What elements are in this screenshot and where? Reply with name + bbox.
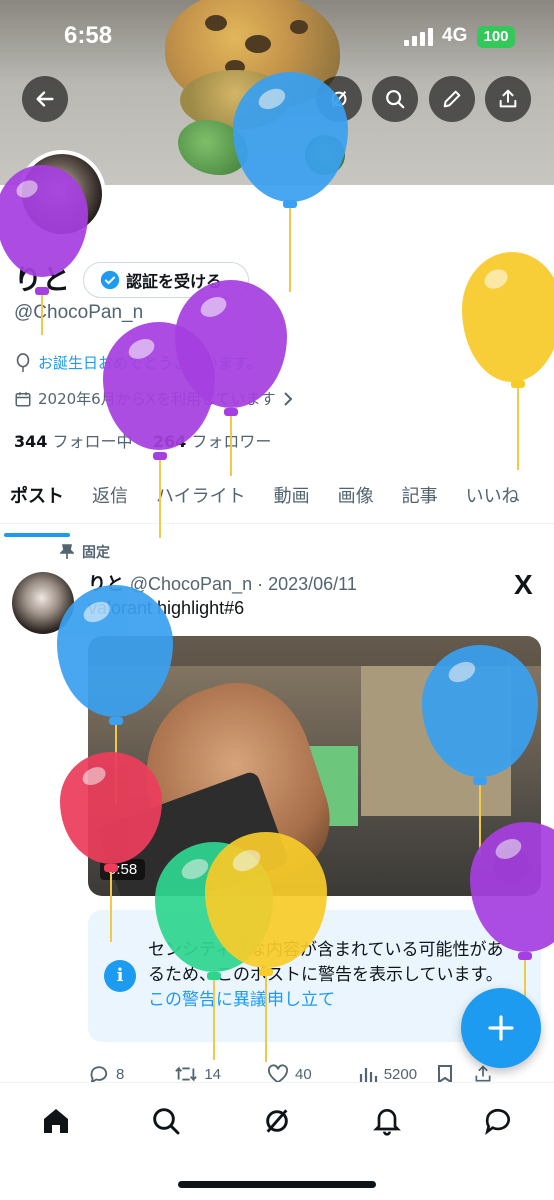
tab-highlights[interactable]: ハイライト — [138, 470, 256, 523]
chevron-right-icon — [283, 391, 292, 406]
tab-replies[interactable]: 返信 — [74, 470, 138, 523]
nav-messages[interactable] — [478, 1101, 518, 1141]
warning-appeal-link[interactable]: この警告に異議申し立て — [148, 990, 335, 1010]
info-icon: i — [104, 960, 136, 992]
nav-search[interactable] — [146, 1101, 186, 1141]
profile-tabs: ポスト 返信 ハイライト 動画 画像 記事 いいね — [0, 470, 554, 537]
bookmark-button[interactable] — [437, 1064, 453, 1084]
edit-button[interactable] — [429, 76, 475, 122]
share-icon — [475, 1065, 491, 1082]
status-bar: 6:58 4G 100 — [0, 0, 554, 70]
reply-count: 8 — [116, 1065, 125, 1083]
search-button[interactable] — [372, 76, 418, 122]
reply-button[interactable]: 8 — [88, 1064, 124, 1084]
nav-home[interactable] — [36, 1101, 76, 1141]
tab-articles[interactable]: 記事 — [384, 470, 448, 523]
repost-icon — [175, 1066, 198, 1082]
views-icon — [359, 1068, 377, 1082]
following-count: 344 — [14, 432, 48, 451]
back-arrow-icon — [36, 91, 54, 107]
profile-page: 6:58 4G 100 りと 認証を受ける @ChocoPan_n お誕生日おめ… — [0, 0, 554, 1200]
tab-images[interactable]: 画像 — [320, 470, 384, 523]
home-indicator — [178, 1181, 376, 1188]
status-time: 6:58 — [64, 22, 113, 49]
search-icon — [153, 1108, 180, 1135]
views-count: 5200 — [383, 1065, 418, 1083]
tab-posts[interactable]: ポスト — [0, 470, 74, 537]
calendar-icon — [15, 391, 31, 406]
balloon-icon — [16, 352, 30, 372]
tab-videos[interactable]: 動画 — [256, 470, 320, 523]
share-icon — [499, 89, 517, 108]
reply-icon — [90, 1066, 108, 1084]
x-logo-icon: X — [514, 569, 533, 600]
home-icon — [44, 1109, 68, 1133]
edit-icon — [443, 90, 461, 108]
verified-badge-icon — [100, 270, 120, 290]
messages-icon — [485, 1108, 510, 1135]
back-button[interactable] — [22, 76, 68, 122]
pinned-label-row: 固定 — [60, 542, 110, 562]
share-button[interactable] — [485, 76, 531, 122]
heart-icon — [268, 1064, 289, 1084]
pin-icon — [60, 544, 74, 559]
post-share-button[interactable] — [473, 1064, 493, 1084]
pinned-label: 固定 — [82, 545, 110, 561]
battery-indicator: 100 — [477, 26, 515, 48]
search-icon — [386, 90, 405, 109]
grok-icon — [266, 1109, 288, 1133]
like-button[interactable]: 40 — [267, 1064, 312, 1084]
post-meta: @ChocoPan_n · 2023/06/11 — [129, 574, 357, 594]
like-count: 40 — [295, 1065, 312, 1083]
notifications-icon — [373, 1109, 401, 1136]
nav-notifications[interactable] — [367, 1101, 407, 1141]
signal-icon — [404, 28, 434, 46]
tab-likes[interactable]: いいね — [448, 470, 530, 523]
compose-button[interactable] — [461, 988, 541, 1068]
network-label: 4G — [442, 25, 468, 46]
following-link[interactable]: 344 フォロー中 — [14, 432, 133, 451]
repost-button[interactable]: 14 — [174, 1064, 221, 1084]
plus-icon — [488, 1015, 514, 1041]
following-label: フォロー中 — [52, 432, 133, 451]
profile-handle: @ChocoPan_n — [14, 302, 144, 323]
views-button[interactable]: 5200 — [358, 1064, 417, 1084]
repost-count: 14 — [204, 1065, 222, 1083]
nav-grok[interactable] — [257, 1101, 297, 1141]
bookmark-icon — [438, 1065, 453, 1084]
